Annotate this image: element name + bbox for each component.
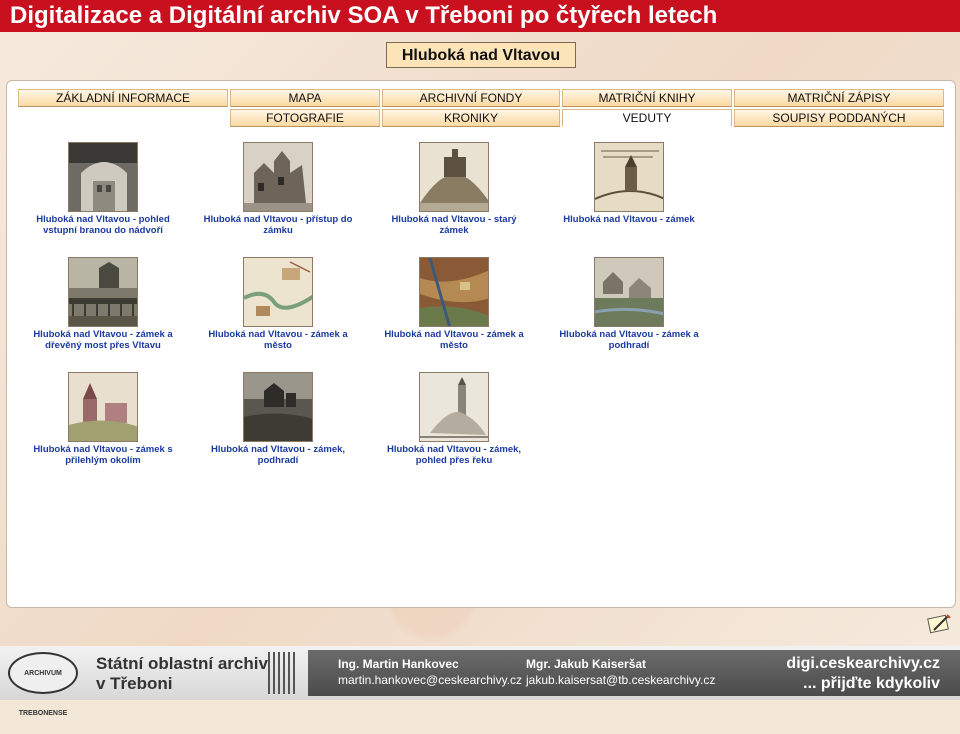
gallery-caption[interactable]: Hluboká nad Vltavou - zámek, pohled přes … — [379, 444, 529, 466]
gallery-caption[interactable]: Hluboká nad Vltavou - zámek, podhradí — [203, 444, 353, 466]
gallery-caption[interactable]: Hluboká nad Vltavou - zámek — [554, 214, 704, 225]
castle-hill-thumbnail[interactable] — [419, 142, 489, 212]
email-hankovec[interactable]: martin.hankovec@ceskearchivy.cz — [338, 672, 522, 688]
decorative-bars — [268, 652, 298, 694]
website-link[interactable]: digi.ceskearchivy.cz ... přijďte kdykoli… — [786, 654, 940, 694]
gallery-caption[interactable]: Hluboká nad Vltavou - přístup do zámku — [203, 214, 353, 236]
email-kaisersat[interactable]: jakub.kaisersat@tb.ceskearchivy.cz — [526, 672, 715, 688]
gallery-caption[interactable]: Hluboká nad Vltavou - zámek a město — [203, 329, 353, 351]
tab-zakladni-informace[interactable]: ZÁKLADNÍ INFORMACE — [18, 89, 228, 107]
castle-sketch-thumbnail[interactable] — [243, 142, 313, 212]
tab-matricni-knihy[interactable]: MATRIČNÍ KNIHY — [562, 89, 732, 107]
tab-fotografie[interactable]: FOTOGRAFIE — [230, 109, 380, 127]
gallery-item[interactable]: Hluboká nad Vltavou - zámek a město — [203, 257, 353, 351]
slide-title: Digitalizace a Digitální archiv SOA v Tř… — [0, 0, 960, 32]
gallery-caption[interactable]: Hluboká nad Vltavou - starý zámek — [379, 214, 529, 236]
tab-soupisy-poddanych[interactable]: SOUPISY PODDANÝCH — [734, 109, 944, 127]
gallery-caption[interactable]: Hluboká nad Vltavou - zámek s přilehlým o… — [28, 444, 178, 466]
bridge-painting-thumbnail[interactable] — [68, 257, 138, 327]
gallery-item[interactable]: Hluboká nad Vltavou - zámek a město — [379, 257, 529, 351]
gallery-item[interactable]: Hluboká nad Vltavou - pohled vstupní bran… — [28, 142, 178, 236]
gallery-caption[interactable]: Hluboká nad Vltavou - zámek a město — [379, 329, 529, 351]
engraving-castle-thumbnail[interactable] — [243, 372, 313, 442]
watercolor-castle-thumbnail[interactable] — [68, 372, 138, 442]
gallery-item[interactable]: Hluboká nad Vltavou - zámek a dřevěný mos… — [28, 257, 178, 351]
tab-matricni-zapisy[interactable]: MATRIČNÍ ZÁPISY — [734, 89, 944, 107]
gallery-item[interactable]: Hluboká nad Vltavou - přístup do zámku — [203, 142, 353, 236]
sketch-tower-thumbnail[interactable] — [419, 372, 489, 442]
tab-veduty[interactable]: VEDUTY — [562, 109, 732, 127]
gallery-caption[interactable]: Hluboká nad Vltavou - zámek a dřevěný mos… — [28, 329, 178, 351]
gallery-caption[interactable]: Hluboká nad Vltavou - zámek a podhradí — [554, 329, 704, 351]
archive-seal-logo: ARCHIVUM TREBONENSE — [8, 652, 78, 717]
gallery-item[interactable]: Hluboká nad Vltavou - zámek, pohled přes … — [379, 372, 529, 466]
tab-kroniky[interactable]: KRONIKY — [382, 109, 560, 127]
castle-drawing-thumbnail[interactable] — [594, 142, 664, 212]
contact-kaisersat: Mgr. Jakub Kaiseršat jakub.kaisersat@tb.… — [526, 657, 716, 688]
organization-name: Státní oblastní archiv v Třeboni — [96, 654, 268, 693]
footer-bar: ARCHIVUM TREBONENSE Státní oblastní arch… — [0, 646, 960, 717]
contact-band: Ing. Martin Hankovec martin.hankovec@ces… — [308, 650, 960, 696]
gate-photo-thumbnail[interactable] — [68, 142, 138, 212]
contact-hankovec: Ing. Martin Hankovec martin.hankovec@ces… — [338, 657, 523, 688]
town-map-thumbnail[interactable] — [243, 257, 313, 327]
gallery-caption[interactable]: Hluboká nad Vltavou - pohled vstupní bran… — [28, 214, 178, 236]
page-title: Hluboká nad Vltavou — [386, 42, 576, 68]
gallery-item[interactable]: Hluboká nad Vltavou - zámek s přilehlým o… — [28, 372, 178, 466]
tab-mapa[interactable]: MAPA — [230, 89, 380, 107]
edit-note-icon[interactable] — [926, 610, 952, 636]
gallery-item[interactable]: Hluboká nad Vltavou - starý zámek — [379, 142, 529, 236]
tab-archivni-fondy[interactable]: ARCHIVNÍ FONDY — [382, 89, 560, 107]
gallery-item[interactable]: Hluboká nad Vltavou - zámek, podhradí — [203, 372, 353, 466]
gallery-item[interactable]: Hluboká nad Vltavou - zámek — [554, 142, 704, 225]
village-painting-thumbnail[interactable] — [594, 257, 664, 327]
gallery-item[interactable]: Hluboká nad Vltavou - zámek a podhradí — [554, 257, 704, 351]
colored-map-thumbnail[interactable] — [419, 257, 489, 327]
